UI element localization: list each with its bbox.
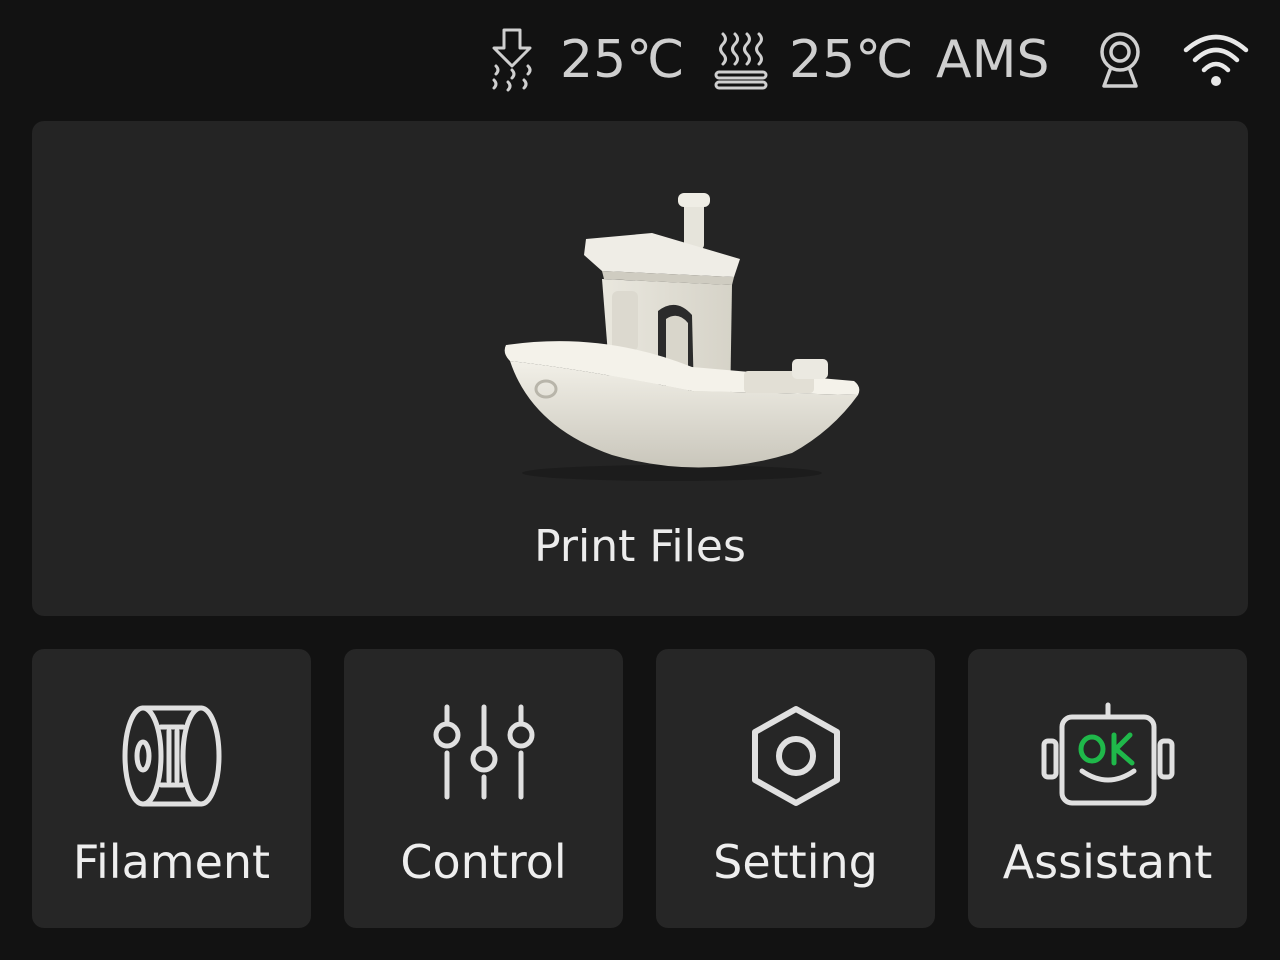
- nozzle-temp: 25℃: [560, 30, 685, 90]
- assistant-label: Assistant: [1002, 835, 1213, 889]
- filament-spool-icon: [32, 701, 311, 811]
- sliders-icon: [344, 701, 623, 811]
- filament-button[interactable]: Filament: [32, 649, 311, 928]
- robot-ok-icon: [968, 701, 1247, 811]
- camera-status[interactable]: [1094, 26, 1146, 94]
- wifi-status[interactable]: [1182, 26, 1250, 94]
- print-files-button[interactable]: Print Files: [32, 121, 1248, 616]
- wifi-icon: [1182, 26, 1250, 94]
- assistant-button[interactable]: Assistant: [968, 649, 1247, 928]
- hex-nut-icon: [656, 701, 935, 811]
- setting-button[interactable]: Setting: [656, 649, 935, 928]
- camera-icon: [1094, 26, 1146, 94]
- status-bar: 25℃ 25℃ AMS: [0, 0, 1280, 120]
- bed-temp: 25℃: [789, 30, 914, 90]
- control-button[interactable]: Control: [344, 649, 623, 928]
- ams-label: AMS: [936, 30, 1050, 90]
- nozzle-heat-icon: [484, 26, 540, 94]
- ams-status[interactable]: AMS: [936, 26, 1049, 94]
- heatbed-icon: [713, 26, 769, 94]
- bed-temp-group: 25℃: [713, 26, 914, 94]
- setting-label: Setting: [713, 835, 878, 889]
- filament-label: Filament: [72, 835, 271, 889]
- nozzle-temp-group: 25℃: [484, 26, 685, 94]
- print-files-label: Print Files: [534, 521, 746, 572]
- control-label: Control: [400, 835, 567, 889]
- benchy-boat-image: [462, 181, 872, 485]
